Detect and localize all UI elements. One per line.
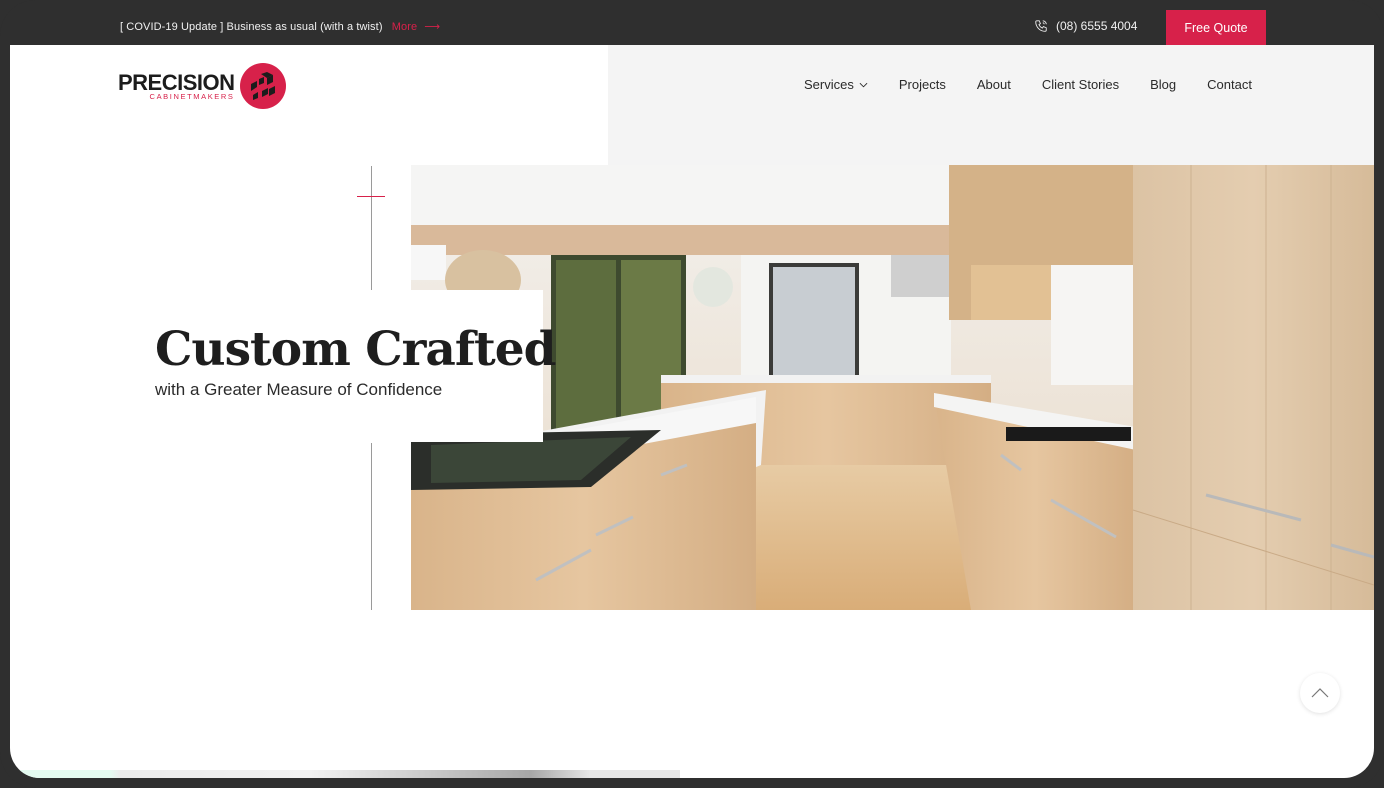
next-section-preview: [10, 770, 680, 778]
hero-kitchen-image: [411, 165, 1374, 610]
logo-tagline: CABINETMAKERS: [149, 91, 235, 101]
logo-cube-icon: [239, 63, 286, 109]
decorative-red-crossbar: [357, 196, 385, 197]
scroll-to-top-button[interactable]: [1300, 673, 1340, 713]
header-background-panel: [608, 45, 1374, 165]
phone-number: (08) 6555 4004: [1056, 19, 1138, 33]
nav-item-blog[interactable]: Blog: [1150, 77, 1176, 92]
notice-text: Business as usual (with a twist): [226, 21, 383, 33]
logo[interactable]: PRECISION CABINETMAKERS: [118, 63, 286, 109]
phone-icon: [1035, 20, 1047, 32]
browser-frame: [ COVID-19 Update ] Business as usual (w…: [0, 0, 1384, 788]
chevron-up-icon: [1311, 688, 1329, 698]
nav-item-contact[interactable]: Contact: [1207, 77, 1252, 92]
logo-wordmark: PRECISION: [118, 69, 235, 95]
nav-item-services[interactable]: Services: [804, 77, 868, 92]
nav-item-about[interactable]: About: [977, 77, 1011, 92]
nav-item-projects[interactable]: Projects: [899, 77, 946, 92]
more-link[interactable]: More: [392, 21, 417, 33]
page-content: PRECISION CABINETMAKERS Services Project…: [10, 45, 1374, 778]
free-quote-button[interactable]: Free Quote: [1166, 10, 1266, 45]
notice-tag: [ COVID-19 Update ]: [120, 21, 224, 33]
arrow-right-icon[interactable]: ⟶: [424, 20, 440, 33]
nav-item-client-stories[interactable]: Client Stories: [1042, 77, 1119, 92]
chevron-down-icon: [859, 82, 868, 87]
nav-label: Services: [804, 77, 854, 92]
announcement-bar: [ COVID-19 Update ] Business as usual (w…: [0, 0, 1384, 45]
decorative-vertical-line: [371, 166, 372, 290]
phone-link[interactable]: (08) 6555 4004: [1034, 19, 1137, 33]
main-nav: Services Projects About Client Stories B…: [804, 77, 1252, 92]
hero-title: Custom Crafted: [155, 322, 557, 377]
hero-headline-card: Custom Crafted with a Greater Measure of…: [130, 290, 557, 442]
hero-subtitle: with a Greater Measure of Confidence: [155, 380, 443, 399]
covid-notice: [ COVID-19 Update ] Business as usual (w…: [120, 20, 440, 33]
decorative-vertical-line: [371, 443, 372, 610]
